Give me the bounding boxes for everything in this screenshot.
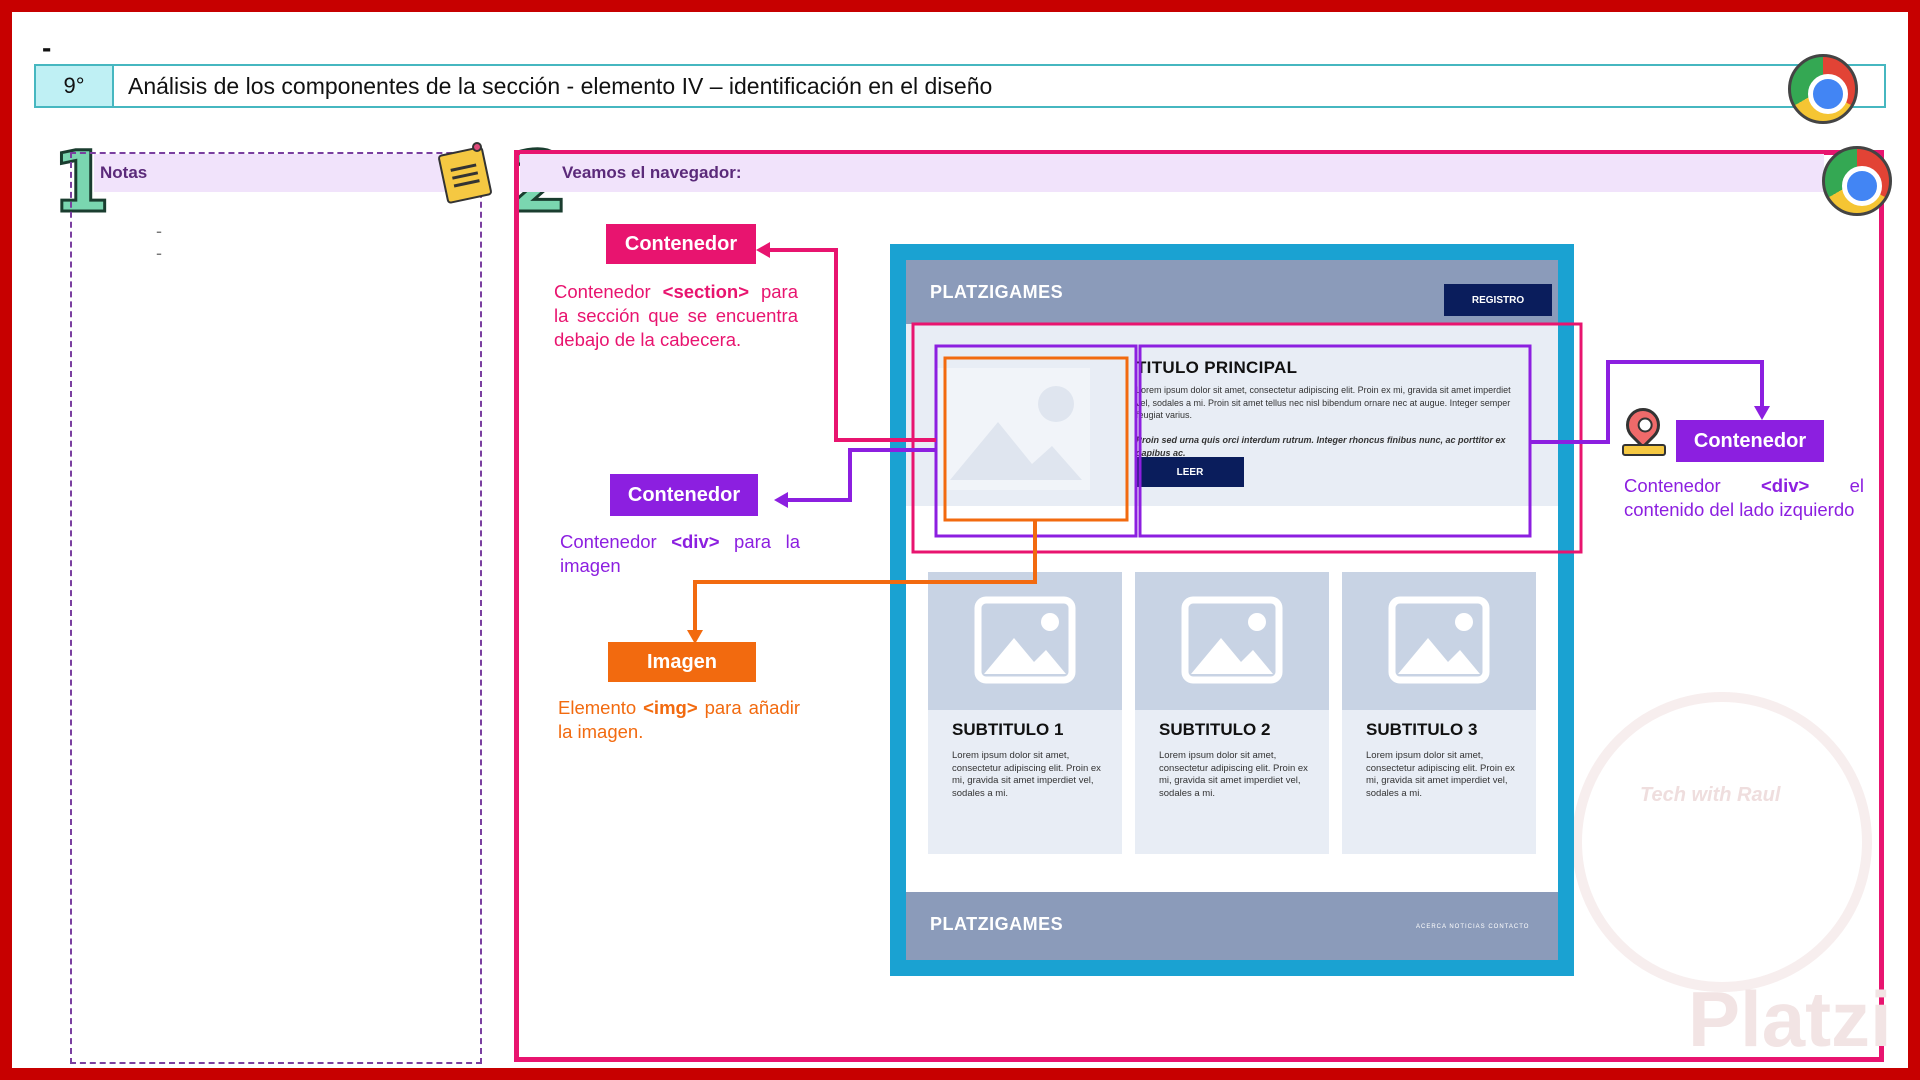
- div-content-highlight: [1138, 344, 1532, 538]
- slide: - 9° Análisis de los componentes de la s…: [12, 12, 1908, 1068]
- div-image-highlight: [934, 344, 1138, 538]
- annotation-overlay: [687, 242, 1770, 644]
- div-image-description: Contenedor <div> para la imagen: [560, 531, 800, 576]
- img-highlight: [943, 356, 1129, 522]
- img-description: Elemento <img> para añadir la imagen.: [558, 697, 801, 742]
- section-label: Contenedor: [606, 224, 756, 264]
- div-content-label: Contenedor: [1676, 420, 1824, 462]
- div-content-description: Contenedor <div> el contenido del lado i…: [1624, 475, 1864, 520]
- div-image-label: Contenedor: [610, 474, 758, 516]
- section-description: Contenedor <section> para la sección que…: [554, 281, 799, 350]
- pin-base-icon: [1622, 444, 1666, 456]
- img-label: Imagen: [608, 642, 756, 682]
